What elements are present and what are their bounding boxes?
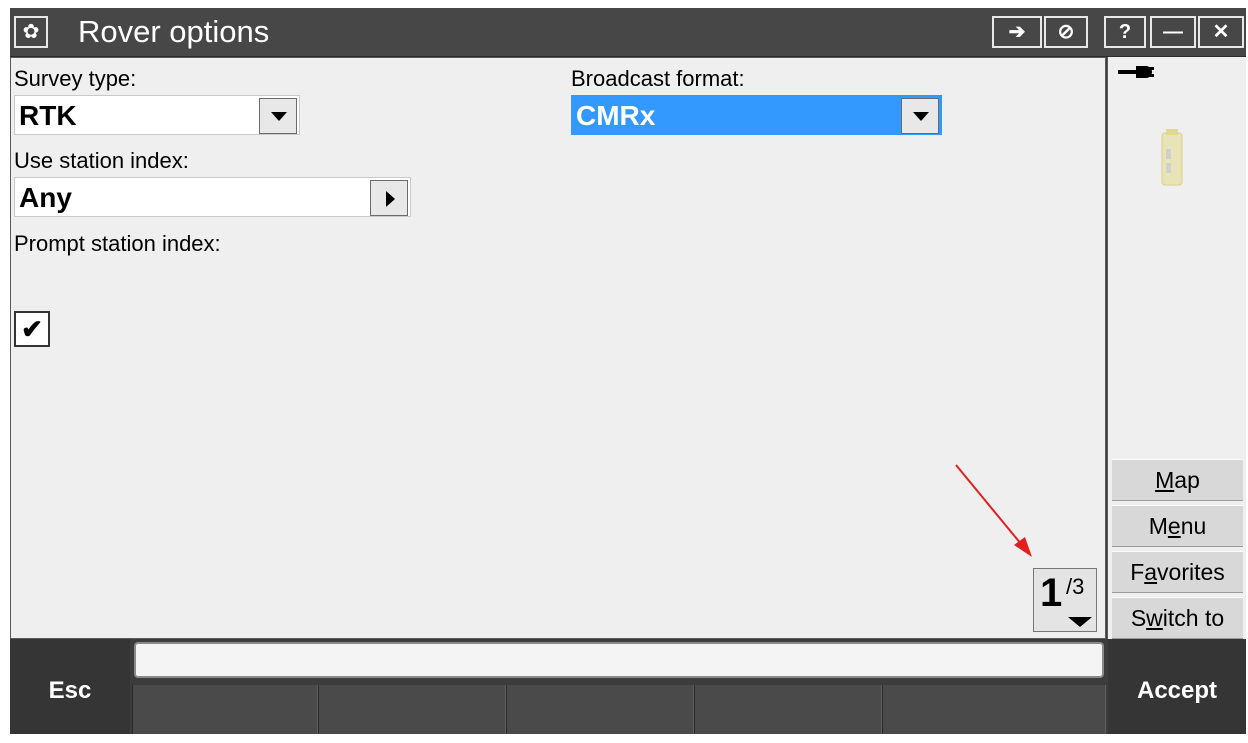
broadcast-format-value: CMRx	[576, 100, 656, 131]
chevron-down-icon	[1068, 617, 1092, 627]
prompt-station-index-label: Prompt station index:	[14, 231, 221, 256]
close-button[interactable]: ✕	[1198, 16, 1244, 48]
station-index-value: Any	[19, 182, 72, 213]
menu-button[interactable]: Menu	[1112, 505, 1243, 547]
accept-button[interactable]: Accept	[1108, 639, 1246, 734]
menu-rest: nu	[1180, 513, 1207, 539]
broadcast-format-dropdown-button[interactable]	[901, 98, 939, 134]
power-plug-icon	[1118, 61, 1158, 87]
station-index-label: Use station index:	[14, 148, 189, 173]
switch-accesskey: w	[1146, 605, 1163, 631]
softkey-3[interactable]	[506, 685, 694, 734]
disable-icon[interactable]: ⊘	[1044, 16, 1088, 48]
page-total: /3	[1066, 574, 1085, 599]
window-title: Rover options	[78, 14, 270, 49]
softkey-2[interactable]	[318, 685, 506, 734]
station-index-expand-button[interactable]	[370, 180, 408, 216]
menu-accesskey: e	[1167, 513, 1181, 539]
broadcast-format-dropdown[interactable]: CMRx	[571, 95, 942, 135]
switch-to-button[interactable]: Switch to	[1112, 597, 1243, 639]
chevron-right-icon	[386, 191, 395, 207]
prompt-station-index-checkbox[interactable]: ✔	[14, 311, 50, 347]
survey-type-value: RTK	[19, 100, 77, 131]
survey-type-dropdown[interactable]: RTK	[14, 95, 300, 135]
station-index-field[interactable]: Any	[14, 177, 411, 217]
survey-type-label: Survey type:	[14, 66, 137, 91]
esc-button[interactable]: Esc	[10, 639, 130, 734]
favorites-pre: F	[1130, 559, 1145, 585]
app-window: ✿ Rover options ➔ ⊘ ? — ✕ Survey type: R…	[10, 8, 1246, 734]
form-panel: Survey type: RTK Broadcast format: CMRx …	[10, 57, 1106, 639]
switch-rest: itch to	[1162, 605, 1225, 631]
switch-pre: S	[1130, 605, 1147, 631]
right-sidebar: Map Menu Favorites Switch to	[1107, 57, 1246, 639]
chevron-down-icon	[913, 112, 929, 121]
chevron-down-icon	[271, 112, 287, 121]
favorites-rest: vorites	[1157, 559, 1225, 585]
page-current: 1	[1040, 571, 1063, 615]
menu-pre: M	[1148, 513, 1168, 539]
softkey-4[interactable]	[694, 685, 882, 734]
title-bar: ✿ Rover options ➔ ⊘ ? — ✕	[10, 8, 1246, 57]
page-indicator-button[interactable]: 1 /3	[1033, 568, 1097, 632]
map-accesskey: M	[1155, 467, 1175, 493]
softkey-1[interactable]	[132, 685, 318, 734]
status-line	[134, 642, 1104, 678]
help-button[interactable]: ?	[1104, 16, 1146, 48]
favorites-button[interactable]: Favorites	[1112, 551, 1243, 593]
trimble-rose-icon[interactable]: ✿	[14, 16, 48, 48]
minimize-button[interactable]: —	[1150, 16, 1196, 48]
map-rest: ap	[1174, 467, 1200, 493]
bottom-bar: Esc Accept	[10, 639, 1246, 734]
softkey-5[interactable]	[882, 685, 1106, 734]
broadcast-format-label: Broadcast format:	[571, 66, 745, 91]
login-arrow-icon[interactable]: ➔	[992, 16, 1042, 48]
map-button[interactable]: Map	[1112, 459, 1243, 501]
favorites-accesskey: a	[1144, 559, 1158, 585]
receiver-instrument-icon	[1158, 127, 1186, 189]
survey-type-dropdown-button[interactable]	[259, 98, 297, 134]
